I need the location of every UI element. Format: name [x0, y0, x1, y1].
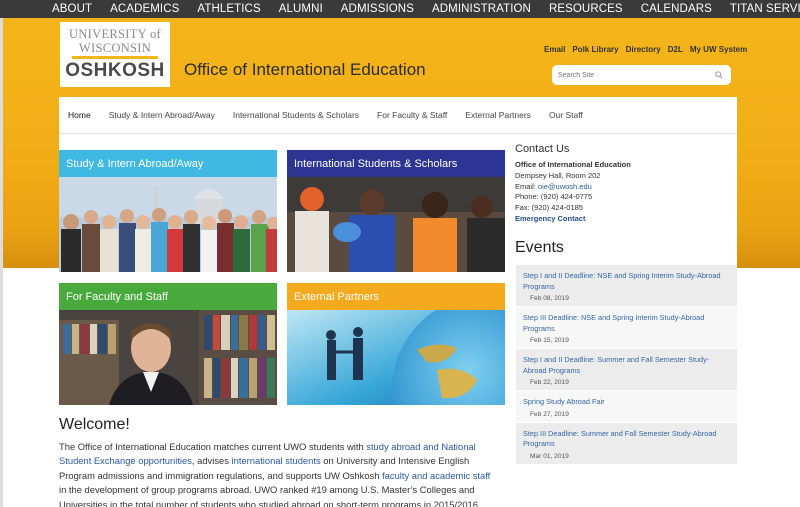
study-abroad-group-photo — [59, 177, 277, 272]
section-nav-external-partners[interactable]: External Partners — [456, 110, 540, 120]
event-date: Feb 08, 2019 — [530, 295, 569, 302]
tile-faculty-staff-header: For Faculty and Staff — [59, 283, 277, 310]
event-date: Feb 27, 2019 — [530, 410, 569, 418]
event-title-link[interactable]: Spring Study Abroad Fair — [523, 397, 730, 408]
emergency-contact-link[interactable]: Emergency Contact — [515, 214, 631, 225]
contact-fax: Fax: (920) 424-0185 — [515, 203, 583, 213]
contact-info: Office of International Education Dempse… — [515, 160, 631, 225]
event-date: Feb 15, 2019 — [530, 337, 569, 344]
external-partners-globe-photo — [287, 310, 505, 405]
welcome-paragraph: The Office of International Education ma… — [59, 440, 499, 507]
util-link-my-uw-system[interactable]: My UW System — [690, 45, 747, 54]
section-nav: Home Study & Intern Abroad/Away Internat… — [59, 97, 737, 134]
faculty-academic-staff-link[interactable]: faculty and academic staff — [382, 470, 490, 481]
welcome-heading: Welcome! — [59, 416, 130, 433]
events-list: Step I and II Deadline: NSE and Spring I… — [516, 265, 737, 465]
section-nav-international-students[interactable]: International Students & Scholars — [224, 110, 368, 120]
top-nav-admissions[interactable]: ADMISSIONS — [332, 3, 423, 15]
section-nav-faculty-staff[interactable]: For Faculty & Staff — [368, 110, 456, 120]
top-nav-alumni[interactable]: ALUMNI — [270, 3, 332, 15]
tile-study-abroad[interactable]: Study & Intern Abroad/Away — [59, 150, 277, 272]
contact-heading: Contact Us — [515, 143, 570, 155]
contact-phone: Phone: (920) 424-0775 — [515, 192, 593, 202]
international-students-photo — [287, 177, 505, 272]
welcome-text-2: , advises — [191, 455, 232, 467]
section-nav-study-abroad[interactable]: Study & Intern Abroad/Away — [100, 110, 224, 120]
event-item: Spring Study Abroad Fair Feb 27, 2019 — [516, 391, 737, 423]
event-title-link[interactable]: Step I and II Deadline: Summer and Fall … — [523, 355, 730, 376]
office-title[interactable]: Office of International Education — [184, 60, 426, 80]
university-logo[interactable]: UNIVERSITY of WISCONSIN OSHKOSH — [60, 22, 170, 87]
util-link-directory[interactable]: Directory — [626, 45, 661, 54]
event-item: Step III Deadline: NSE and Spring Interi… — [516, 307, 737, 349]
top-nav-administration[interactable]: ADMINISTRATION — [423, 3, 540, 15]
welcome-text-4: in the development of group programs abr… — [59, 484, 481, 507]
international-students-link[interactable]: international students — [232, 455, 321, 466]
event-item: Step I and II Deadline: Summer and Fall … — [516, 349, 737, 391]
top-nav-about[interactable]: ABOUT — [0, 3, 101, 15]
tile-external-partners[interactable]: External Partners — [287, 283, 505, 405]
util-link-email[interactable]: Email — [544, 45, 565, 54]
contact-office: Office of International Education — [515, 160, 631, 169]
contact-email-line: Email: oie@uwosh.edu — [515, 182, 631, 193]
search-input[interactable] — [552, 71, 702, 79]
tile-international-students[interactable]: International Students & Scholars — [287, 150, 505, 272]
contact-email-label: Email: — [515, 181, 538, 191]
logo-line-oshkosh: OSHKOSH — [65, 60, 165, 81]
event-item: Step III Deadline: Summer and Fall Semes… — [516, 422, 737, 465]
top-nav-academics[interactable]: ACADEMICS — [101, 3, 188, 15]
tile-faculty-staff[interactable]: For Faculty and Staff — [59, 283, 277, 405]
events-heading: Events — [515, 239, 564, 256]
utility-links: Email Polk Library Directory D2L My UW S… — [544, 45, 747, 54]
welcome-text-1: The Office of International Education ma… — [59, 441, 367, 452]
logo-line-university: UNIVERSITY of — [69, 27, 161, 41]
logo-divider — [72, 56, 158, 59]
tile-international-students-header: International Students & Scholars — [287, 150, 505, 177]
top-nav-athletics[interactable]: ATHLETICS — [188, 3, 269, 15]
util-link-polk-library[interactable]: Polk Library — [572, 45, 618, 54]
tile-study-abroad-header: Study & Intern Abroad/Away — [59, 150, 277, 177]
event-title-link[interactable]: Step III Deadline: NSE and Spring Interi… — [523, 313, 730, 334]
logo-line-wisconsin: WISCONSIN — [78, 41, 152, 55]
top-nav-titan-services[interactable]: TITAN SERVICES▼ — [721, 3, 800, 15]
faculty-portrait-photo — [59, 310, 277, 405]
event-date: Mar 01, 2019 — [530, 452, 569, 460]
search-icon[interactable] — [715, 71, 723, 79]
search-box — [552, 65, 731, 85]
event-title-link[interactable]: Step I and II Deadline: NSE and Spring I… — [523, 271, 730, 292]
section-nav-home[interactable]: Home — [59, 110, 100, 120]
tile-external-partners-header: External Partners — [287, 283, 505, 310]
top-nav: ABOUT ACADEMICS ATHLETICS ALUMNI ADMISSI… — [0, 0, 800, 18]
top-nav-calendars[interactable]: CALENDARS — [632, 3, 721, 15]
contact-address: Dempsey Hall, Room 202 — [515, 170, 601, 180]
section-nav-our-staff[interactable]: Our Staff — [540, 110, 592, 120]
top-nav-titan-services-label: TITAN SERVICES — [729, 3, 800, 15]
event-item: Step I and II Deadline: NSE and Spring I… — [516, 265, 737, 307]
util-link-d2l[interactable]: D2L — [668, 45, 683, 54]
event-title-link[interactable]: Step III Deadline: Summer and Fall Semes… — [523, 429, 730, 450]
event-date: Feb 22, 2019 — [530, 379, 569, 386]
top-nav-resources[interactable]: RESOURCES — [540, 3, 632, 15]
contact-email-link[interactable]: oie@uwosh.edu — [538, 182, 592, 191]
